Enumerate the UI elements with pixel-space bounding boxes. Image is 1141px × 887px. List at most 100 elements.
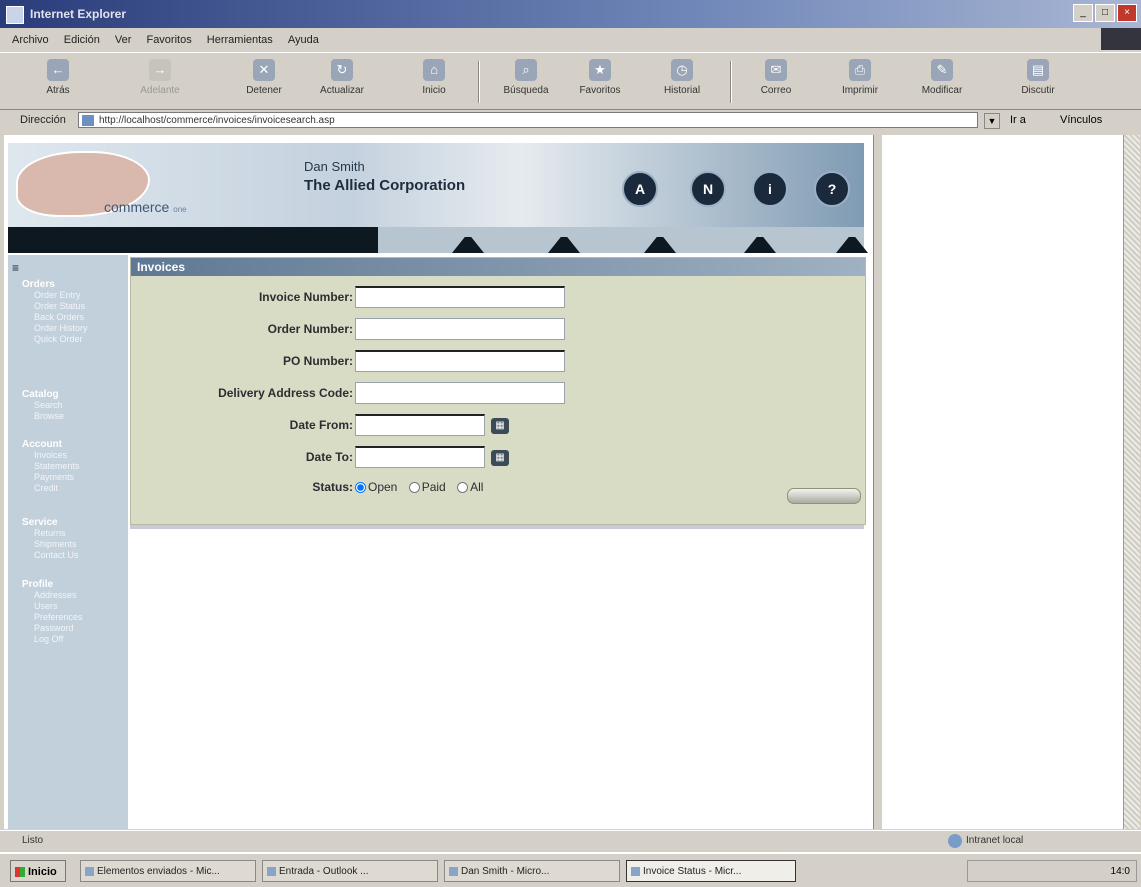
refresh-button[interactable]: ↻ Actualizar [312,57,372,96]
back-button[interactable]: ← Atrás [28,57,88,96]
sidebar-item[interactable]: Invoices [34,450,67,460]
favorites-icon: ★ [589,59,611,81]
stop-button[interactable]: ✕ Detener [234,57,294,96]
date-to-input[interactable] [355,446,485,468]
sidebar-item[interactable]: Search [34,400,63,410]
go-button[interactable]: Ir a [1010,114,1026,126]
sidebar-item[interactable]: Addresses [34,590,77,600]
nav-tab[interactable] [452,237,484,253]
print-button[interactable]: ⎙ Imprimir [830,57,890,96]
menu-icon[interactable]: ≡ [12,261,19,275]
taskbar-item[interactable]: Entrada - Outlook ... [262,860,438,882]
sidebar-item[interactable]: Shipments [34,539,77,549]
start-button[interactable]: Inicio [10,860,66,882]
calendar-icon[interactable]: ▦ [491,450,509,466]
discuss-icon: ▤ [1027,59,1049,81]
nav-tab[interactable] [836,237,868,253]
nav-bar [8,227,868,253]
vertical-scrollbar[interactable] [1123,135,1140,829]
sidebar-item[interactable]: Returns [34,528,66,538]
sidebar-item[interactable]: Log Off [34,634,63,644]
account-icon[interactable]: A [622,171,658,207]
sidebar-group-account: Account Invoices Statements Payments Cre… [22,439,80,493]
minimize-icon[interactable]: _ [1073,4,1093,22]
date-from-label: Date From: [289,418,353,432]
address-dropdown-icon[interactable]: ▼ [984,113,1000,129]
sidebar-group-orders: Orders Order Entry Order Status Back Ord… [22,279,88,344]
address-input[interactable]: http://localhost/commerce/invoices/invoi… [78,112,978,128]
history-icon: ◷ [671,59,693,81]
history-button[interactable]: ◷ Historial [652,57,712,96]
page-icon [82,115,94,126]
sidebar-item[interactable]: Payments [34,472,74,482]
date-to-label: Date To: [305,450,353,464]
forward-button[interactable]: → Adelante [130,57,190,96]
links-button[interactable]: Vínculos [1060,114,1102,126]
news-icon[interactable]: N [690,171,726,207]
search-button[interactable]: ⌕ Búsqueda [496,57,556,96]
menu-tools[interactable]: Herramientas [207,30,273,50]
system-tray: 14:0 [967,860,1137,882]
sidebar-item[interactable]: Quick Order [34,334,83,344]
po-number-input[interactable] [355,350,565,372]
discuss-button[interactable]: ▤ Discutir [1008,57,1068,96]
toolbar: ← Atrás → Adelante ✕ Detener ↻ Actualizar ⌂ I… [0,52,1141,110]
status-paid-radio[interactable] [408,482,420,494]
sidebar-item[interactable]: Preferences [34,612,83,622]
delivery-code-input[interactable] [355,382,565,404]
order-number-label: Order Number: [267,322,353,336]
taskbar-item-active[interactable]: Invoice Status - Micr... [626,860,796,882]
sidebar: ≡ Orders Order Entry Order Status Back O… [8,255,128,829]
sidebar-group-catalog: Catalog Search Browse [22,389,65,421]
status-paid-option[interactable]: Paid [408,480,446,494]
sidebar-item[interactable]: Browse [34,411,64,421]
menu-help[interactable]: Ayuda [288,30,319,50]
favorites-button[interactable]: ★ Favoritos [570,57,630,96]
menu-view[interactable]: Ver [115,30,132,50]
frame-splitter[interactable] [873,135,883,829]
taskbar-item[interactable]: Dan Smith - Micro... [444,860,620,882]
invoice-number-input[interactable] [355,286,565,308]
sidebar-item[interactable]: Contact Us [34,550,79,560]
close-icon[interactable]: × [1117,4,1137,22]
status-all-radio[interactable] [457,482,469,494]
maximize-icon[interactable]: □ [1095,4,1115,22]
sidebar-item[interactable]: Password [34,623,74,633]
nav-tab[interactable] [744,237,776,253]
menu-file[interactable]: Archivo [12,30,49,50]
menu-favorites[interactable]: Favoritos [146,30,191,50]
status-label: Status: [312,480,353,494]
status-text: Listo [22,835,44,846]
help-icon[interactable]: ? [814,171,850,207]
date-from-row: Date From: ▦ [131,414,865,436]
menu-edit[interactable]: Edición [64,30,100,50]
edit-button[interactable]: ✎ Modificar [912,57,972,96]
status-bar: Listo Intranet local [0,830,1141,851]
home-icon: ⌂ [423,59,445,81]
mail-button[interactable]: ✉ Correo [746,57,806,96]
date-from-input[interactable] [355,414,485,436]
status-open-option[interactable]: Open [355,480,397,494]
nav-tab[interactable] [644,237,676,253]
sidebar-item[interactable]: Users [34,601,58,611]
nav-tab[interactable] [548,237,580,253]
taskbar-item[interactable]: Elementos enviados - Mic... [80,860,256,882]
sidebar-item[interactable]: Statements [34,461,80,471]
site-header: commerce one Dan Smith The Allied Corpor… [8,143,864,227]
order-number-input[interactable] [355,318,565,340]
sidebar-item[interactable]: Order Status [34,301,85,311]
address-bar: Dirección http://localhost/commerce/invo… [0,110,1141,132]
search-submit-button[interactable] [787,488,861,504]
sidebar-item[interactable]: Back Orders [34,312,84,322]
search-icon: ⌕ [515,59,537,81]
status-all-option[interactable]: All [457,480,483,494]
sidebar-group-profile: Profile Addresses Users Preferences Pass… [22,579,83,644]
sidebar-item[interactable]: Order Entry [34,290,81,300]
print-icon: ⎙ [849,59,871,81]
info-icon[interactable]: i [752,171,788,207]
home-button[interactable]: ⌂ Inicio [404,57,464,96]
calendar-icon[interactable]: ▦ [491,418,509,434]
sidebar-item[interactable]: Order History [34,323,88,333]
status-open-radio[interactable] [355,482,366,494]
sidebar-item[interactable]: Credit [34,483,58,493]
